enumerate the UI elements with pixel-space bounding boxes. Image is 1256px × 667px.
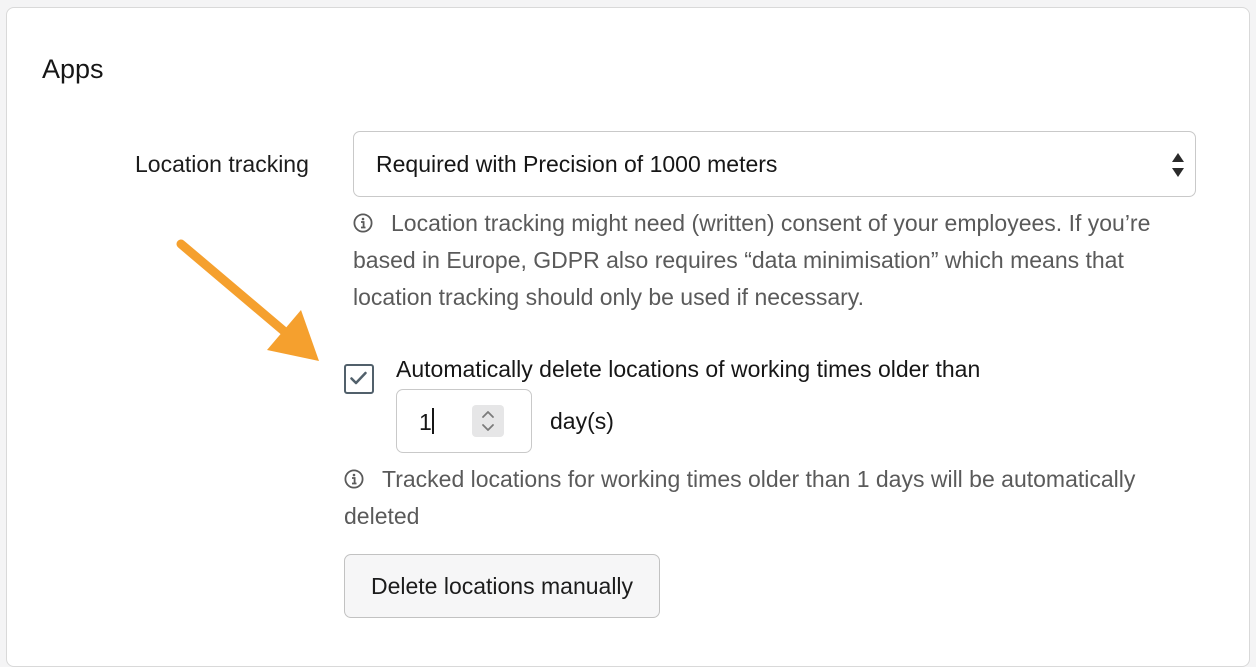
spin-up-down-icon[interactable] [472, 405, 504, 437]
sort-arrows-icon [1171, 152, 1185, 178]
days-unit-label: day(s) [550, 408, 614, 434]
auto-delete-label: Automatically delete locations of workin… [396, 356, 981, 382]
section-title: Apps [42, 54, 104, 84]
delete-locations-manually-button[interactable]: Delete locations manually [344, 554, 660, 618]
info-circle-icon [353, 207, 373, 233]
location-tracking-help: Location tracking might need (written) c… [353, 205, 1193, 316]
text-caret [432, 408, 434, 434]
location-tracking-select[interactable]: Required with Precision of 1000 meters [353, 131, 1196, 197]
location-tracking-label: Location tracking [135, 151, 309, 177]
auto-delete-checkbox[interactable] [344, 364, 374, 394]
auto-delete-days-input[interactable]: 1 [396, 389, 532, 453]
auto-delete-help: Tracked locations for working times olde… [344, 461, 1194, 535]
annotation-arrow-icon [176, 239, 319, 361]
settings-card: Apps Location tracking Required with Pre… [6, 7, 1250, 667]
info-circle-icon [344, 463, 364, 489]
location-tracking-selected-value: Required with Precision of 1000 meters [376, 151, 778, 177]
auto-delete-help-text: Tracked locations for working times olde… [344, 466, 1136, 529]
checkmark-icon [350, 371, 367, 385]
location-tracking-help-text: Location tracking might need (written) c… [353, 210, 1151, 310]
auto-delete-days-value: 1 [419, 409, 432, 435]
